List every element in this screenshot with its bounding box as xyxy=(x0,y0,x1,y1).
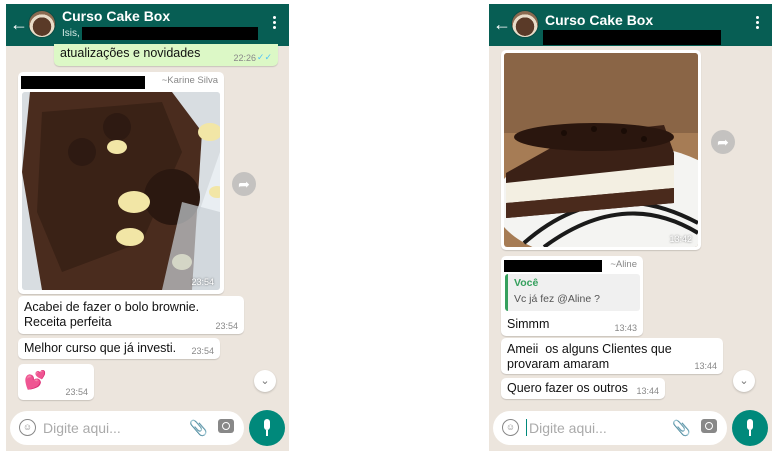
message-text: atualizações e novidades xyxy=(60,46,201,60)
redaction-bar xyxy=(543,30,721,45)
group-avatar[interactable] xyxy=(28,10,56,38)
slice-cake-image xyxy=(504,53,698,247)
message-time: 13:44 xyxy=(694,361,717,371)
message-bubble[interactable]: Melhor curso que já investi. 23:54 xyxy=(18,338,220,359)
message-text: Acabei de fazer o bolo brownie. Receita … xyxy=(24,300,200,329)
message-bubble-outgoing[interactable]: atualizações e novidades 22:26 ✓✓ xyxy=(54,44,278,66)
attach-icon[interactable]: 📎 xyxy=(189,419,208,437)
message-input-bar[interactable]: ☺ Digite aqui... 📎 xyxy=(493,411,727,445)
brownie-cake-image xyxy=(22,92,220,290)
message-bubble[interactable]: Ameii os alguns Clientes que provaram am… xyxy=(501,338,723,374)
back-arrow-icon[interactable]: ← xyxy=(493,14,511,34)
message-input-bar[interactable]: ☺ Digite aqui... 📎 xyxy=(10,411,244,445)
message-text: Simmm xyxy=(507,317,550,331)
camera-icon[interactable] xyxy=(701,419,717,433)
microphone-button[interactable] xyxy=(249,410,285,446)
microphone-button[interactable] xyxy=(732,410,768,446)
chat-header: ← Curso Cake Box xyxy=(489,4,772,46)
emoji-icon[interactable]: ☺ xyxy=(19,419,36,436)
message-text: Quero fazer os outros xyxy=(507,381,628,395)
reply-message[interactable]: ~Aline Você Vc já fez @Aline ? Simmm 13:… xyxy=(501,256,643,336)
chat-title[interactable]: Curso Cake Box xyxy=(545,12,653,28)
message-bubble[interactable]: Quero fazer os outros 13:44 xyxy=(501,378,665,399)
cake-photo[interactable]: 13:42 xyxy=(504,53,698,247)
message-time: 13:43 xyxy=(614,323,637,333)
quoted-message[interactable]: Você Vc já fez @Aline ? xyxy=(505,274,640,311)
read-receipt-icon: ✓✓ xyxy=(256,52,272,62)
photo-time: 23:54 xyxy=(191,277,214,287)
message-bubble[interactable]: Acabei de fazer o bolo brownie. Receita … xyxy=(18,296,244,334)
message-input[interactable]: Digite aqui... xyxy=(43,420,121,436)
quoted-sender: Você xyxy=(514,277,539,289)
text-cursor xyxy=(526,419,527,436)
chat-header: ← Curso Cake Box Isis, xyxy=(6,4,289,46)
forward-icon[interactable]: ➦ xyxy=(711,130,735,154)
chat-participants: Isis, xyxy=(62,28,80,39)
message-text: Ameii os alguns Clientes que provaram am… xyxy=(507,342,672,371)
message-input[interactable]: Digite aqui... xyxy=(529,420,607,436)
redaction-bar xyxy=(504,260,602,272)
emoji-icon[interactable]: ☺ xyxy=(502,419,519,436)
message-time: 13:44 xyxy=(636,386,659,396)
message-time: 23:54 xyxy=(215,321,238,331)
hearts-emoji: 💕 xyxy=(24,370,47,390)
chat-screen-left: ← Curso Cake Box Isis, atualizações e no… xyxy=(6,4,289,451)
message-bubble[interactable]: 💕 23:54 xyxy=(18,364,94,400)
group-avatar[interactable] xyxy=(511,10,539,38)
back-arrow-icon[interactable]: ← xyxy=(10,14,28,34)
chat-screen-right: ← Curso Cake Box 13:42 ➦ ~Aline Você Vc … xyxy=(489,4,772,451)
scroll-down-icon[interactable]: ⌄ xyxy=(254,370,276,392)
attach-icon[interactable]: 📎 xyxy=(672,419,691,437)
message-text: Melhor curso que já investi. xyxy=(24,341,177,355)
redaction-bar xyxy=(21,76,145,89)
photo-time: 13:42 xyxy=(669,234,692,244)
redaction-bar xyxy=(82,27,258,40)
cake-photo[interactable]: 23:54 xyxy=(22,92,220,290)
forward-icon[interactable]: ➦ xyxy=(232,172,256,196)
image-message[interactable]: ~Karine Silva 23:54 xyxy=(18,72,224,294)
menu-icon[interactable] xyxy=(273,16,277,32)
menu-icon[interactable] xyxy=(756,16,760,32)
message-sender: ~Karine Silva xyxy=(161,75,218,86)
message-time: 23:54 xyxy=(191,346,214,356)
message-time: 22:26 xyxy=(233,53,256,63)
message-time: 23:54 xyxy=(65,387,88,397)
message-sender: ~Aline xyxy=(610,259,637,270)
image-message[interactable]: 13:42 xyxy=(501,50,701,250)
chat-title[interactable]: Curso Cake Box xyxy=(62,8,170,24)
camera-icon[interactable] xyxy=(218,419,234,433)
scroll-down-icon[interactable]: ⌄ xyxy=(733,370,755,392)
quoted-text: Vc já fez @Aline ? xyxy=(514,293,600,305)
